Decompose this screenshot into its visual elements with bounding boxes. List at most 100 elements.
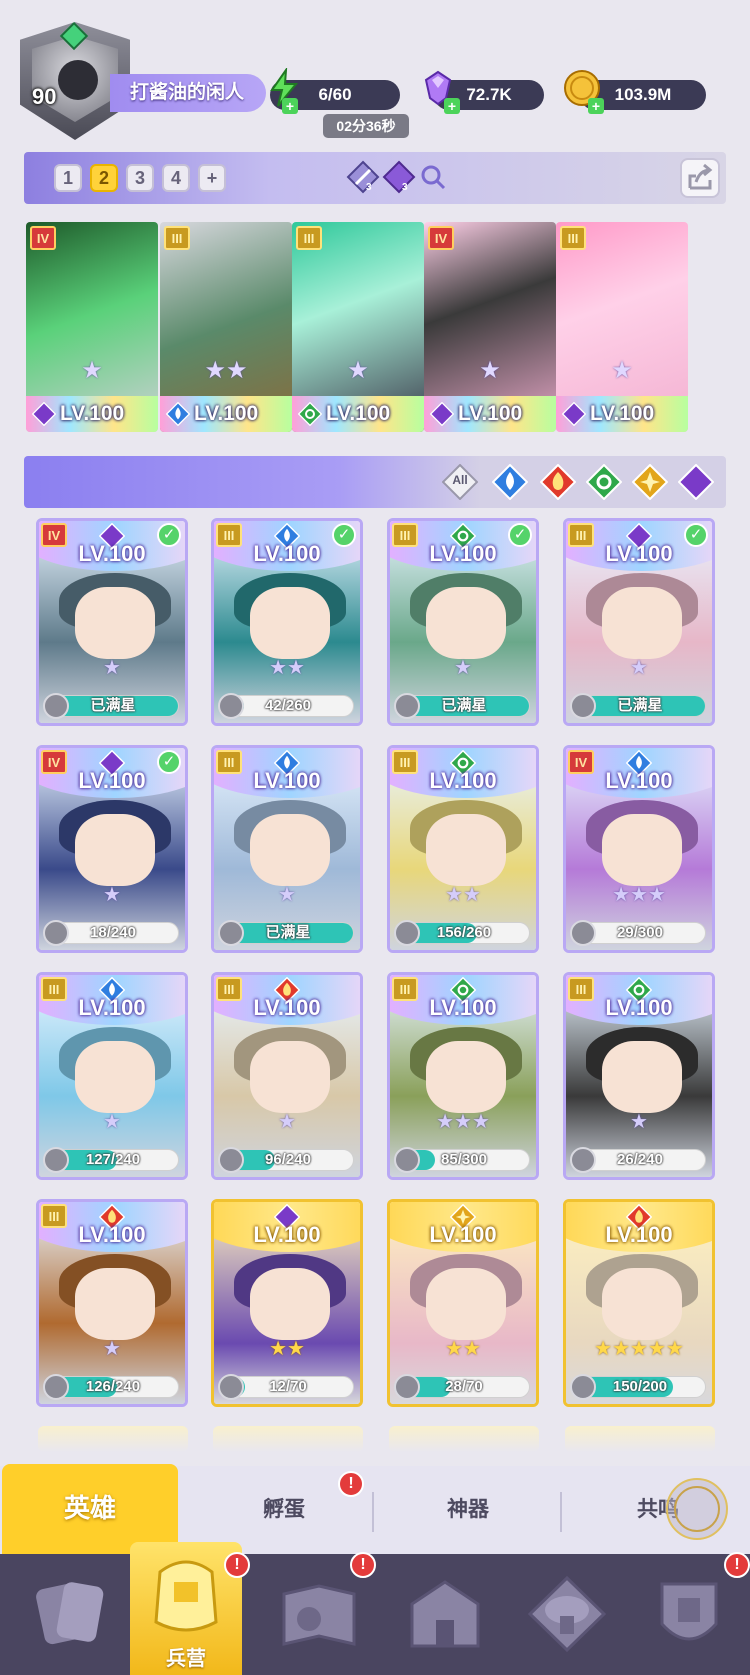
dark-element-icon xyxy=(561,401,587,427)
star-rating: ★ xyxy=(630,657,648,679)
team-tab-1[interactable]: 1 xyxy=(54,164,82,192)
compass-icon[interactable] xyxy=(662,1474,732,1544)
guild-alert-badge: ! xyxy=(724,1552,750,1578)
hero-level: LV.100 xyxy=(253,995,321,1020)
hero-card[interactable]: III ✓ LV.100 ★★ 42/260 xyxy=(211,518,363,726)
shard-icon xyxy=(570,1147,596,1173)
star-rating: ★ xyxy=(630,1111,648,1133)
filter-wind-button[interactable] xyxy=(585,463,623,501)
hero-face xyxy=(75,587,155,659)
star-rating: ★ xyxy=(103,884,121,906)
nav-castle[interactable] xyxy=(390,1564,500,1670)
nav-book[interactable] xyxy=(264,1564,374,1670)
moon-filter-icon[interactable]: 3 xyxy=(382,160,416,194)
hero-card[interactable]: III LV.100 ★★★ 85/300 xyxy=(387,972,539,1180)
hero-level: LV.100 xyxy=(605,995,673,1020)
hero-card[interactable]: III LV.100 ★ 126/240 xyxy=(36,1199,188,1407)
shard-icon xyxy=(43,920,69,946)
team-hero-card[interactable]: IV ★ LV.100 xyxy=(424,222,556,432)
star-rating: ★ xyxy=(278,884,296,906)
hero-card[interactable]: LV.100 ★★ 12/70 xyxy=(211,1199,363,1407)
nav-guild[interactable] xyxy=(634,1564,744,1670)
hatch-alert-badge: ! xyxy=(338,1471,364,1497)
water-element-icon xyxy=(165,401,191,427)
hero-card-partial xyxy=(565,1426,715,1452)
add-gems-button[interactable]: + xyxy=(444,98,460,114)
hero-card[interactable]: III ✓ LV.100 ★ 已满星 xyxy=(387,518,539,726)
hero-level: LV.100 xyxy=(429,1222,497,1247)
hero-card[interactable]: III LV.100 ★ 已满星 xyxy=(211,745,363,953)
player-level: 90 xyxy=(32,84,57,109)
player-name[interactable]: 打酱油的闲人 xyxy=(110,74,266,112)
hero-level: LV.100 xyxy=(78,541,146,566)
element-badge xyxy=(297,401,323,427)
team-tab-3[interactable]: 3 xyxy=(126,164,154,192)
hero-face xyxy=(75,1041,155,1113)
hero-face xyxy=(250,1268,330,1340)
star-rating: ★★ xyxy=(445,884,481,906)
add-coins-button[interactable]: + xyxy=(588,98,604,114)
hero-level: LV.100 xyxy=(429,768,497,793)
castle-icon xyxy=(410,1580,480,1648)
hero-card[interactable]: III LV.100 ★ 127/240 xyxy=(36,972,188,1180)
hero-card[interactable]: IV LV.100 ★★★ 29/300 xyxy=(563,745,715,953)
sword-filter-icon[interactable]: 3 xyxy=(346,160,380,194)
share-button[interactable] xyxy=(680,158,720,198)
hero-card[interactable]: LV.100 ★★★★★ 150/200 xyxy=(563,1199,715,1407)
add-energy-button[interactable]: + xyxy=(282,98,298,114)
rank-badge: IV xyxy=(30,226,56,250)
element-filter-bar: All xyxy=(24,456,726,508)
filter-fire-button[interactable] xyxy=(539,463,577,501)
tab-heroes[interactable]: 英雄 xyxy=(2,1464,178,1554)
dark-element-icon xyxy=(677,463,715,501)
hero-card[interactable]: IV ✓ LV.100 ★ 已满星 xyxy=(36,518,188,726)
bottom-nav: 兵营 ! ! ! xyxy=(0,1542,750,1675)
element-badge xyxy=(561,401,587,427)
nav-mushroom[interactable] xyxy=(512,1564,622,1670)
zoom-search-icon[interactable] xyxy=(416,160,450,194)
hero-card[interactable]: IV ✓ LV.100 ★ 18/240 xyxy=(36,745,188,953)
filter-dark-button[interactable] xyxy=(677,463,715,501)
team-hero-card[interactable]: III ★★ LV.100 xyxy=(160,222,292,432)
star-rating: ★ xyxy=(611,357,633,384)
hero-card[interactable]: III ✓ LV.100 ★ 已满星 xyxy=(563,518,715,726)
team-hero-card[interactable]: III ★ LV.100 xyxy=(556,222,688,432)
hero-level: LV.100 xyxy=(253,541,321,566)
team-tab-bar: 1 2 3 4 + 3 3 xyxy=(24,152,726,204)
hero-card[interactable]: III LV.100 ★★ 156/260 xyxy=(387,745,539,953)
team-tab-4[interactable]: 4 xyxy=(162,164,190,192)
star-rating: ★ xyxy=(103,1338,121,1360)
nav-cards[interactable] xyxy=(14,1564,124,1670)
filter-light-button[interactable] xyxy=(631,463,669,501)
hero-card[interactable]: LV.100 ★★ 28/70 xyxy=(387,1199,539,1407)
tab-divider xyxy=(560,1492,562,1532)
star-rating: ★ xyxy=(103,657,121,679)
star-rating: ★ xyxy=(347,357,369,384)
hero-level: LV.100 xyxy=(429,995,497,1020)
star-rating: ★★★ xyxy=(436,1111,490,1133)
team-hero-card[interactable]: IV ★ LV.100 xyxy=(26,222,158,432)
hero-level: LV.100 xyxy=(78,995,146,1020)
book-icon xyxy=(282,1584,356,1646)
star-rating: ★ xyxy=(103,1111,121,1133)
hero-face xyxy=(426,1041,506,1113)
tab-divider xyxy=(372,1492,374,1532)
star-rating: ★ xyxy=(81,357,103,384)
add-team-button[interactable]: + xyxy=(198,164,226,192)
element-badge xyxy=(31,401,57,427)
filter-all-button[interactable]: All xyxy=(441,463,479,501)
element-badge xyxy=(165,401,191,427)
hero-face xyxy=(426,587,506,659)
shard-icon xyxy=(218,1147,244,1173)
sword-filter-count: 3 xyxy=(366,182,372,193)
hero-face xyxy=(75,1268,155,1340)
star-rating: ★ xyxy=(278,1111,296,1133)
team-hero-card[interactable]: III ★ LV.100 xyxy=(292,222,424,432)
shield-icon xyxy=(660,1582,718,1641)
hero-card[interactable]: III LV.100 ★ 26/240 xyxy=(563,972,715,1180)
tab-artifacts[interactable]: 神器 xyxy=(380,1466,556,1554)
filter-water-button[interactable] xyxy=(491,463,529,501)
dark-element-icon xyxy=(429,401,455,427)
team-tab-2[interactable]: 2 xyxy=(90,164,118,192)
hero-card[interactable]: III LV.100 ★ 96/240 xyxy=(211,972,363,1180)
